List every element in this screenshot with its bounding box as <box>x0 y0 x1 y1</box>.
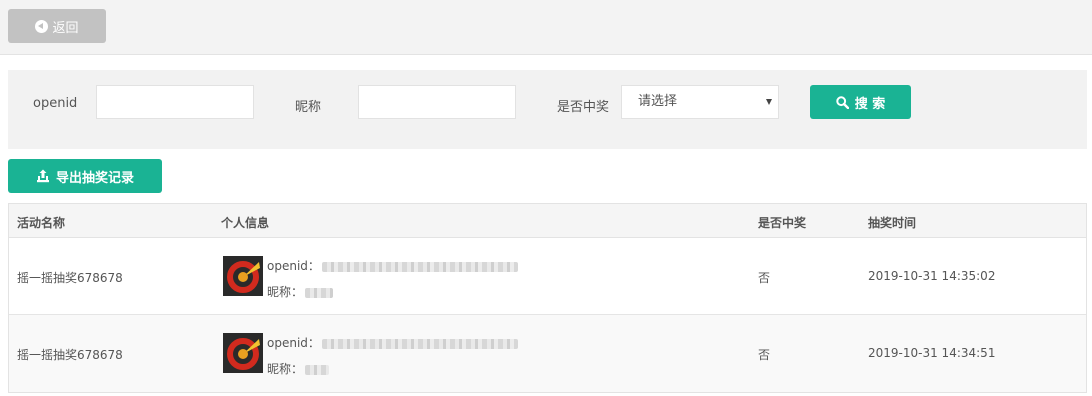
back-button[interactable]: 返回 <box>8 9 106 43</box>
nickname-label: 昵称 <box>295 100 322 115</box>
activity-name: 摇一摇抽奖678678 <box>17 348 123 362</box>
won-label: 是否中奖 <box>557 100 610 115</box>
arrow-circle-left-icon <box>35 19 49 33</box>
search-filter-panel: openid 昵称 是否中奖 请选择 搜 索 <box>8 70 1087 149</box>
avatar-logo-icon <box>223 333 263 373</box>
won-status: 否 <box>758 348 771 362</box>
export-records-button[interactable]: 导出抽奖记录 <box>8 159 162 193</box>
caret-down-icon <box>766 99 772 105</box>
won-select-value: 请选择 <box>638 94 678 109</box>
redacted-nickname <box>305 364 330 375</box>
nickname-info-label: 昵称： <box>267 362 304 376</box>
export-icon <box>36 169 49 183</box>
nickname-info-label: 昵称： <box>267 285 304 299</box>
redacted-openid <box>321 261 518 272</box>
search-icon <box>836 95 849 109</box>
header-draw-time: 抽奖时间 <box>868 216 917 230</box>
table-header: 活动名称 个人信息 是否中奖 抽奖时间 <box>9 204 1086 238</box>
draw-time: 2019-10-31 14:34:51 <box>868 346 996 360</box>
redacted-openid <box>321 338 518 349</box>
top-toolbar: 返回 <box>0 0 1092 55</box>
avatar <box>223 256 263 296</box>
table-row: 摇一摇抽奖678678 openid： 昵称： 否 2019-10-31 14:… <box>9 315 1086 392</box>
nickname-input[interactable] <box>358 85 516 119</box>
draw-time: 2019-10-31 14:35:02 <box>868 269 996 283</box>
search-button-label: 搜 索 <box>854 96 886 112</box>
back-button-label: 返回 <box>52 20 79 36</box>
lottery-records-table: 活动名称 个人信息 是否中奖 抽奖时间 摇一摇抽奖678678 openid： … <box>8 203 1087 393</box>
openid-info-label: openid： <box>267 336 320 350</box>
avatar <box>223 333 263 373</box>
openid-info-label: openid： <box>267 259 320 273</box>
export-records-label: 导出抽奖记录 <box>55 170 134 186</box>
won-select[interactable]: 请选择 <box>621 85 779 119</box>
openid-input[interactable] <box>96 85 254 119</box>
table-row: 摇一摇抽奖678678 openid： 昵称： 否 2019-10-31 14:… <box>9 238 1086 315</box>
activity-name: 摇一摇抽奖678678 <box>17 271 123 285</box>
search-button[interactable]: 搜 索 <box>810 85 911 119</box>
openid-info: openid： <box>267 334 518 351</box>
nickname-info: 昵称： <box>267 360 330 377</box>
won-status: 否 <box>758 271 771 285</box>
header-activity-name: 活动名称 <box>17 216 66 230</box>
header-won: 是否中奖 <box>758 216 807 230</box>
redacted-nickname <box>305 287 334 298</box>
nickname-info: 昵称： <box>267 283 334 300</box>
avatar-logo-icon <box>223 256 263 296</box>
openid-info: openid： <box>267 257 518 274</box>
header-personal-info: 个人信息 <box>221 216 270 230</box>
openid-label: openid <box>33 96 78 111</box>
